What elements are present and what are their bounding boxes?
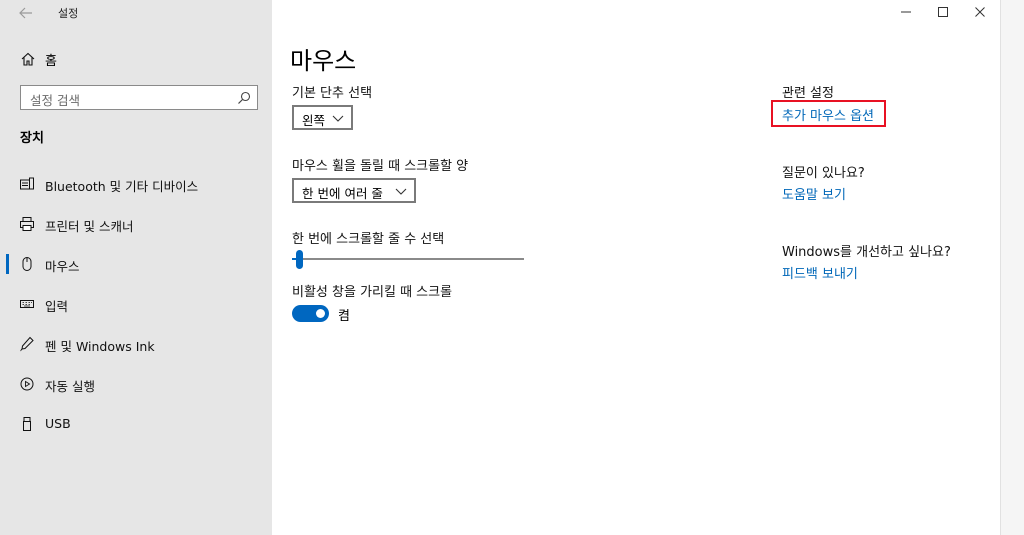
sidebar-item-label: USB <box>45 416 71 431</box>
related-settings-header: 관련 설정 <box>782 86 834 101</box>
sidebar: 설정 홈 설정 검색 장치 Bluetooth 및 기타 디바이스 프린터 및 … <box>0 0 272 535</box>
inactive-scroll-toggle[interactable] <box>292 305 329 322</box>
scroll-amount-dropdown[interactable]: 한 번에 여러 줄 <box>292 178 416 203</box>
sidebar-item-pen[interactable]: 펜 및 Windows Ink <box>0 330 272 370</box>
sidebar-item-autoplay[interactable]: 자동 실행 <box>0 370 272 410</box>
sidebar-nav: Bluetooth 및 기타 디바이스 프린터 및 스캐너 마우스 입력 펜 및… <box>0 170 272 450</box>
close-icon <box>975 7 985 17</box>
additional-mouse-options-link[interactable]: 추가 마우스 옵션 <box>782 105 874 124</box>
app-title: 설정 <box>58 7 79 20</box>
sidebar-item-typing[interactable]: 입력 <box>0 290 272 330</box>
search-input[interactable]: 설정 검색 <box>20 85 258 110</box>
lines-to-scroll-slider-thumb[interactable] <box>295 250 303 269</box>
scroll-wheel-label: 마우스 휠을 돌릴 때 스크롤할 양 <box>292 159 469 174</box>
give-feedback-link[interactable]: 피드백 보내기 <box>782 263 858 282</box>
home-icon <box>21 52 35 66</box>
sidebar-item-label: 마우스 <box>45 259 80 274</box>
primary-button-value: 왼쪽 <box>302 113 326 128</box>
maximize-button[interactable] <box>925 0 961 24</box>
sidebar-item-label: 프린터 및 스캐너 <box>45 219 134 234</box>
usb-icon <box>23 417 31 431</box>
page-title: 마우스 <box>290 47 357 75</box>
window-edge <box>1000 0 1024 535</box>
chevron-down-icon <box>395 188 407 195</box>
mouse-icon <box>22 257 32 271</box>
minimize-icon <box>901 11 911 13</box>
sidebar-item-printers[interactable]: 프린터 및 스캐너 <box>0 210 272 250</box>
autoplay-icon <box>20 377 34 391</box>
pen-icon <box>20 336 34 352</box>
chevron-down-icon <box>332 115 344 122</box>
keyboard-icon <box>20 300 34 308</box>
bluetooth-devices-icon <box>20 177 34 190</box>
back-button[interactable] <box>14 3 38 23</box>
close-button[interactable] <box>962 0 998 24</box>
sidebar-item-bluetooth[interactable]: Bluetooth 및 기타 디바이스 <box>0 170 272 210</box>
sidebar-item-mouse[interactable]: 마우스 <box>0 250 272 290</box>
back-arrow-icon <box>19 7 32 19</box>
sidebar-item-label: 자동 실행 <box>45 379 95 394</box>
lines-to-scroll-label: 한 번에 스크롤할 줄 수 선택 <box>292 232 445 247</box>
section-header: 장치 <box>20 131 44 146</box>
minimize-button[interactable] <box>888 0 924 24</box>
maximize-icon <box>938 7 948 17</box>
question-header: 질문이 있나요? <box>782 166 865 181</box>
sidebar-item-usb[interactable]: USB <box>0 410 272 450</box>
inactive-scroll-label: 비활성 창을 가리킬 때 스크롤 <box>292 285 453 300</box>
primary-button-dropdown[interactable]: 왼쪽 <box>292 105 353 130</box>
titlebar: 설정 <box>0 0 272 26</box>
toggle-knob <box>316 309 325 318</box>
get-help-link[interactable]: 도움말 보기 <box>782 184 846 203</box>
search-icon <box>238 91 251 104</box>
lines-to-scroll-slider-track[interactable] <box>292 258 524 260</box>
search-placeholder: 설정 검색 <box>30 93 80 108</box>
home-nav-item[interactable]: 홈 <box>0 46 272 72</box>
sidebar-item-label: 펜 및 Windows Ink <box>45 339 155 354</box>
home-label: 홈 <box>45 54 57 69</box>
sidebar-item-label: Bluetooth 및 기타 디바이스 <box>45 179 199 194</box>
printer-icon <box>20 217 34 231</box>
settings-window: 설정 홈 설정 검색 장치 Bluetooth 및 기타 디바이스 프린터 및 … <box>0 0 1002 535</box>
inactive-scroll-state: 켬 <box>338 309 350 324</box>
improve-windows-header: Windows를 개선하고 싶나요? <box>782 245 951 260</box>
primary-button-label: 기본 단추 선택 <box>292 86 373 101</box>
main-content: 마우스 기본 단추 선택 왼쪽 마우스 휠을 돌릴 때 스크롤할 양 한 번에 … <box>272 0 1000 535</box>
sidebar-item-label: 입력 <box>45 299 69 314</box>
scroll-amount-value: 한 번에 여러 줄 <box>302 186 383 201</box>
